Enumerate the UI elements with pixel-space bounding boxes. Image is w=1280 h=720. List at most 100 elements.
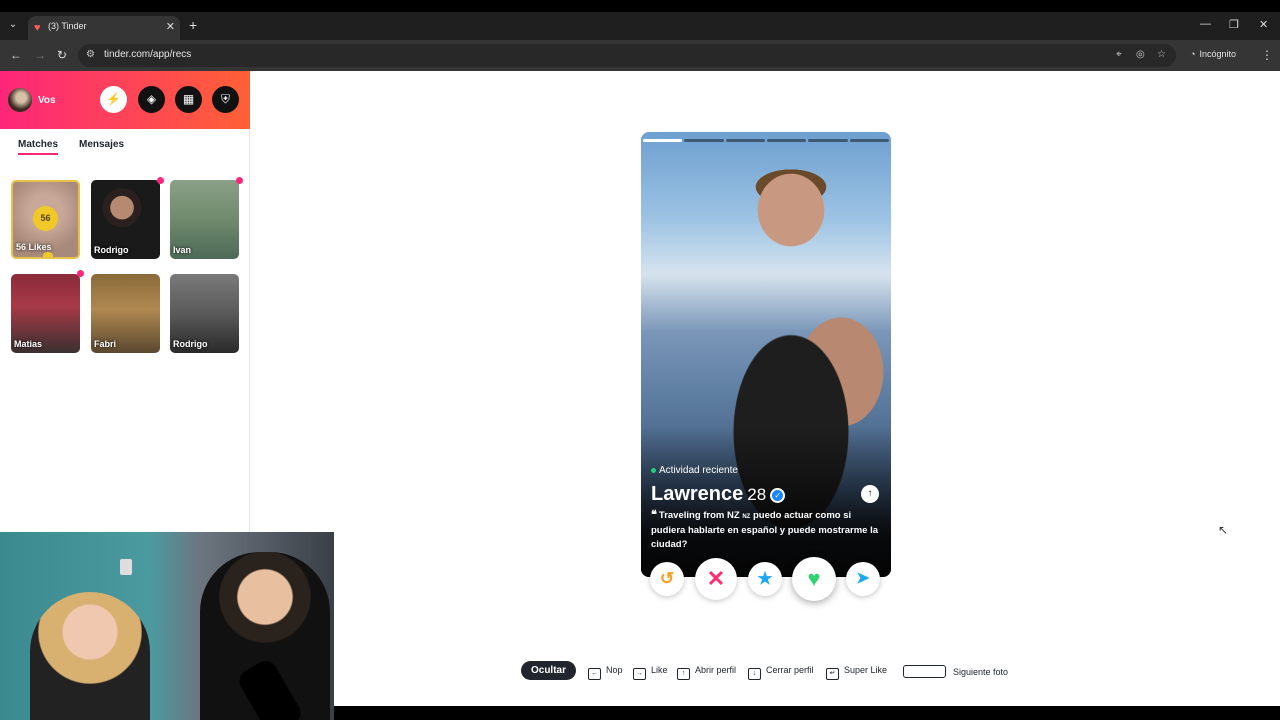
boost-icon[interactable]: ⚡ — [100, 86, 127, 113]
tab-title: (3) Tinder — [48, 21, 87, 31]
photo-bar[interactable] — [684, 139, 724, 142]
browser-tab-strip: ⌄ ♥ (3) Tinder ✕ + — ❐ ✕ — [0, 12, 1280, 40]
hint-close-profile: ↓ Cerrar perfil — [748, 665, 814, 680]
nope-button[interactable]: ✕ — [695, 558, 737, 600]
online-dot-icon — [651, 467, 656, 473]
eye-off-icon[interactable]: ◎ — [1136, 49, 1145, 60]
mouse-cursor-icon: ↖ — [1218, 523, 1229, 537]
photo-bar[interactable] — [766, 139, 807, 142]
tab-list-icon[interactable]: ⌄ — [6, 18, 20, 32]
hide-hints-button[interactable]: Ocultar — [521, 661, 576, 680]
open-profile-icon[interactable]: ↑ — [861, 485, 879, 503]
unread-dot — [236, 177, 243, 184]
activity-label: Actividad reciente — [659, 465, 738, 476]
profile-bio: ❝ Traveling from NZ NZ puedo actuar como … — [651, 508, 881, 552]
explore-icon[interactable]: ◈ — [138, 86, 165, 113]
photo-bar[interactable] — [849, 139, 889, 142]
shield-icon[interactable]: ⛨ — [212, 86, 239, 113]
reload-icon[interactable]: ↻ — [57, 48, 67, 62]
profile-name: Lawrence — [651, 483, 744, 505]
close-window-icon[interactable]: ✕ — [1259, 18, 1268, 31]
hint-like: → Like — [633, 665, 668, 680]
hint-open-profile-label: Abrir perfil — [695, 665, 737, 675]
hint-close-profile-label: Cerrar perfil — [766, 665, 814, 675]
match-tile[interactable]: Rodrigo — [91, 180, 160, 259]
location-icon[interactable]: ⌖ — [1116, 49, 1122, 60]
profile-age: 28 — [747, 485, 767, 504]
match-name: Matias — [14, 339, 43, 349]
likes-count-badge: 56 — [33, 206, 58, 231]
boost-button[interactable]: ➤ — [846, 562, 880, 596]
nz-flag: NZ — [742, 514, 751, 520]
match-name: Fabri — [94, 339, 117, 349]
quote-icon: ❝ — [651, 509, 657, 521]
enter-key-icon: ↵ — [826, 668, 839, 680]
hint-next-photo-label: Siguiente foto — [953, 667, 1009, 677]
heart-icon — [43, 252, 53, 257]
unread-dot — [77, 270, 84, 277]
hint-nope-label: Nop — [606, 665, 623, 675]
match-name: Ivan — [173, 245, 192, 255]
photo-bar[interactable] — [725, 139, 765, 142]
rewind-icon: ↺ — [659, 569, 675, 588]
tab-matches[interactable]: Matches — [18, 139, 59, 155]
match-tile[interactable]: Fabri — [91, 274, 160, 353]
profile-name-row: Lawrence 28 ✓ — [651, 483, 786, 506]
like-button[interactable]: ♥ — [792, 557, 836, 601]
match-tile[interactable]: Matias — [11, 274, 80, 353]
site-info-icon[interactable]: ⚙ — [86, 49, 95, 60]
photo-bar[interactable] — [808, 139, 848, 142]
likes-tile[interactable]: 56 56 Likes — [11, 180, 80, 259]
photo-progress-bars — [643, 139, 889, 143]
plus-icon[interactable]: + — [189, 17, 197, 33]
tinder-favicon: ♥ — [34, 22, 41, 34]
browser-tab[interactable]: ♥ (3) Tinder ✕ — [28, 16, 180, 40]
bio-prefix: Traveling from NZ — [658, 510, 740, 521]
sidebar-header: Vos ⚡ ◈ ▦ ⛨ — [0, 71, 250, 129]
forward-icon[interactable]: → — [34, 48, 46, 62]
recent-activity: Actividad reciente — [651, 465, 738, 476]
streamer-left — [30, 592, 150, 720]
close-icon[interactable]: ✕ — [166, 20, 175, 33]
hint-like-label: Like — [651, 665, 668, 675]
arrow-left-key-icon: ← — [588, 668, 601, 680]
address-bar[interactable]: ⚙ tinder.com/app/recs ⌖ ◎ ☆ — [78, 44, 1176, 67]
nope-icon: ✕ — [706, 566, 726, 591]
briefcase-icon[interactable]: ▦ — [175, 86, 202, 113]
like-icon: ♥ — [807, 566, 821, 591]
minimize-icon[interactable]: — — [1200, 18, 1211, 30]
hint-next-photo: Siguiente foto — [903, 665, 1008, 678]
rewind-button[interactable]: ↺ — [650, 562, 684, 596]
restore-icon[interactable]: ❐ — [1229, 18, 1239, 31]
hint-nope: ← Nop — [588, 665, 623, 680]
back-icon[interactable]: ← — [10, 48, 22, 62]
webcam-overlay — [0, 532, 334, 720]
incognito-indicator[interactable]: ◔ Incógnito — [1190, 49, 1236, 59]
incognito-label: Incógnito — [1199, 49, 1236, 59]
tab-messages[interactable]: Mensajes — [79, 139, 124, 150]
send-icon: ➤ — [856, 570, 870, 587]
profile-link[interactable]: Vos — [38, 95, 56, 106]
incognito-icon: ◔ — [1190, 49, 1196, 59]
sidebar-tabs: Matches Mensajes — [0, 129, 250, 161]
avatar[interactable] — [8, 88, 32, 112]
likes-label: 56 Likes — [16, 242, 52, 252]
super-like-icon: ★ — [757, 569, 773, 588]
hint-open-profile: ↑ Abrir perfil — [677, 665, 736, 680]
kebab-icon[interactable]: ⋮ — [1261, 48, 1273, 62]
profile-card[interactable]: Actividad reciente Lawrence 28 ✓ ↑ ❝ Travel… — [641, 132, 891, 577]
hint-super-like-label: Super Like — [844, 665, 888, 675]
arrow-right-key-icon: → — [633, 668, 646, 680]
light-switch — [120, 559, 132, 575]
photo-bar[interactable] — [643, 139, 683, 142]
star-icon[interactable]: ☆ — [1157, 49, 1166, 60]
match-tile[interactable]: Ivan — [170, 180, 239, 259]
url-text[interactable]: tinder.com/app/recs — [104, 49, 191, 60]
super-like-button[interactable]: ★ — [748, 562, 782, 596]
space-key-icon — [903, 665, 946, 678]
unread-dot — [157, 177, 164, 184]
verified-badge-icon: ✓ — [770, 488, 786, 503]
screen: ⌄ ♥ (3) Tinder ✕ + — ❐ ✕ ← → ↻ ⚙ tinder.… — [0, 0, 1280, 720]
match-name: Rodrigo — [173, 339, 208, 349]
match-tile[interactable]: Rodrigo — [170, 274, 239, 353]
